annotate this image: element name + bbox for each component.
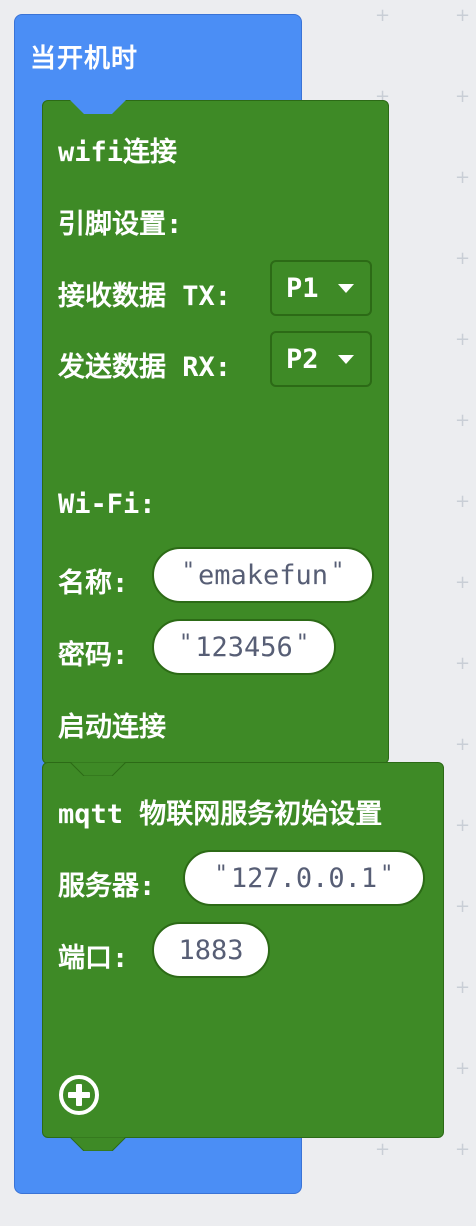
tx-pin-value: P1	[286, 272, 319, 304]
port-value: 1883	[178, 934, 244, 966]
close-quote-icon: "	[380, 861, 394, 887]
grid-mark: +	[455, 977, 471, 998]
block-notch	[70, 762, 126, 776]
server-input[interactable]: " 127.0.0.1 "	[183, 850, 425, 906]
close-quote-icon: "	[295, 630, 310, 656]
server-value: 127.0.0.1	[230, 862, 378, 894]
tx-label: 接收数据 TX:	[58, 281, 232, 312]
grid-mark: +	[455, 329, 471, 350]
password-label: 密码:	[58, 640, 129, 671]
grid-mark: +	[455, 734, 471, 755]
grid-mark: +	[455, 167, 471, 188]
wifi-block-title: wifi连接	[58, 137, 178, 168]
caret-down-icon	[338, 283, 354, 293]
pin-setup-label: 引脚设置:	[58, 209, 183, 240]
grid-mark: +	[455, 1139, 471, 1160]
grid-mark: +	[455, 572, 471, 593]
grid-mark: +	[455, 248, 471, 269]
on-start-title: 当开机时	[30, 44, 139, 74]
mqtt-block-title: mqtt 物联网服务初始设置	[58, 799, 383, 830]
password-value: 123456	[195, 631, 293, 663]
grid-mark: +	[455, 5, 471, 26]
grid-mark: +	[455, 896, 471, 917]
grid-mark: +	[455, 653, 471, 674]
block-notch	[70, 100, 126, 114]
open-quote-icon: "	[181, 558, 195, 584]
open-quote-icon: "	[214, 861, 228, 887]
port-input[interactable]: 1883	[152, 922, 270, 978]
plus-circle-icon[interactable]	[58, 1074, 100, 1116]
rx-label: 发送数据 RX:	[58, 352, 232, 383]
grid-mark: +	[455, 815, 471, 836]
grid-mark: +	[375, 5, 391, 26]
close-quote-icon: "	[331, 558, 345, 584]
grid-mark: +	[455, 86, 471, 107]
grid-mark: +	[375, 1139, 391, 1160]
block-bottom-notch	[70, 1137, 126, 1151]
grid-mark: +	[455, 410, 471, 431]
start-connect-label: 启动连接	[58, 712, 166, 743]
open-quote-icon: "	[178, 630, 193, 656]
ssid-input[interactable]: " emakefun "	[152, 547, 374, 603]
tx-pin-dropdown[interactable]: P1	[270, 260, 372, 316]
caret-down-icon	[338, 354, 354, 364]
wifi-label: Wi-Fi:	[58, 489, 156, 520]
port-label: 端口:	[58, 943, 129, 974]
grid-mark: +	[455, 1058, 471, 1079]
ssid-label: 名称:	[58, 568, 129, 599]
ssid-value: emakefun	[197, 559, 329, 591]
server-label: 服务器:	[58, 871, 156, 902]
grid-mark: +	[455, 491, 471, 512]
password-input[interactable]: " 123456 "	[152, 619, 336, 675]
rx-pin-dropdown[interactable]: P2	[270, 331, 372, 387]
rx-pin-value: P2	[286, 343, 319, 375]
